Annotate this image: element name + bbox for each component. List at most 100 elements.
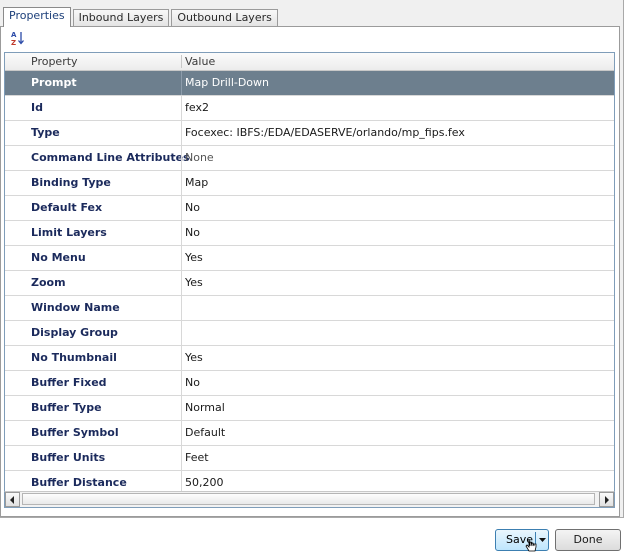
property-name: Buffer Units <box>31 451 106 464</box>
row-gutter <box>5 121 27 145</box>
table-row[interactable]: Prompt Map Drill-Down <box>5 71 614 96</box>
table-row[interactable]: Id fex2 <box>5 96 614 121</box>
row-gutter <box>5 371 27 395</box>
save-dropdown-arrow-icon[interactable] <box>536 530 549 550</box>
properties-panel: Properties Inbound Layers Outbound Layer… <box>0 0 624 518</box>
row-gutter <box>5 321 27 345</box>
row-gutter <box>5 346 27 370</box>
property-value[interactable]: No <box>185 371 200 395</box>
property-value[interactable]: No <box>185 221 200 245</box>
sort-az-icon[interactable]: A Z <box>10 30 26 47</box>
cell-divider <box>181 346 182 370</box>
row-gutter <box>5 171 27 195</box>
scrollbar-thumb[interactable] <box>22 493 595 505</box>
table-row[interactable]: Type Focexec: IBFS:/EDA/EDASERVE/orlando/… <box>5 121 614 146</box>
cell-divider <box>181 146 182 170</box>
row-gutter <box>5 446 27 470</box>
row-gutter <box>5 396 27 420</box>
table-row[interactable]: No Thumbnail Yes <box>5 346 614 371</box>
table-row[interactable]: Command Line Attributes None <box>5 146 614 171</box>
scroll-left-icon[interactable] <box>5 492 20 507</box>
column-header-property[interactable]: Property <box>31 53 78 70</box>
property-name: Type <box>31 126 60 139</box>
property-value[interactable]: Normal <box>185 396 225 420</box>
property-name: Buffer Type <box>31 401 102 414</box>
table-row[interactable]: Buffer Fixed No <box>5 371 614 396</box>
property-value[interactable]: No <box>185 196 200 220</box>
table-row[interactable]: Zoom Yes <box>5 271 614 296</box>
column-header-value[interactable]: Value <box>185 53 215 70</box>
column-divider[interactable] <box>181 55 182 68</box>
property-value[interactable]: Map Drill-Down <box>185 71 269 95</box>
property-grid: Property Value Prompt Map Drill-Down Id fex… <box>4 52 615 507</box>
svg-text:A: A <box>11 31 17 39</box>
scroll-right-icon[interactable] <box>599 492 614 507</box>
property-value[interactable]: Map <box>185 171 208 195</box>
row-gutter <box>5 196 27 220</box>
cell-divider <box>181 321 182 345</box>
row-gutter <box>5 296 27 320</box>
save-button-label: Save <box>506 533 534 546</box>
table-row[interactable]: Buffer Type Normal <box>5 396 614 421</box>
cell-divider <box>181 446 182 470</box>
property-name: Id <box>31 101 43 114</box>
property-value[interactable]: fex2 <box>185 96 209 120</box>
grid-header: Property Value <box>5 53 614 71</box>
tab-outbound-layers[interactable]: Outbound Layers <box>171 9 278 26</box>
property-value[interactable]: Yes <box>185 271 203 295</box>
table-row[interactable]: Limit Layers No <box>5 221 614 246</box>
property-name: Limit Layers <box>31 226 107 239</box>
property-value[interactable]: Feet <box>185 446 209 470</box>
table-row[interactable]: No Menu Yes <box>5 246 614 271</box>
property-name: No Thumbnail <box>31 351 117 364</box>
row-gutter <box>5 421 27 445</box>
row-gutter <box>5 96 27 120</box>
save-button[interactable]: Save <box>495 529 549 551</box>
cell-divider <box>181 396 182 420</box>
property-value[interactable]: Focexec: IBFS:/EDA/EDASERVE/orlando/mp_f… <box>185 121 465 145</box>
property-name: Default Fex <box>31 201 103 214</box>
row-gutter <box>5 221 27 245</box>
cell-divider <box>181 246 182 270</box>
row-gutter <box>5 71 27 95</box>
table-row[interactable]: Buffer Symbol Default <box>5 421 614 446</box>
cell-divider <box>181 96 182 120</box>
cell-divider <box>181 196 182 220</box>
cell-divider <box>181 121 182 145</box>
grid-rows: Prompt Map Drill-Down Id fex2 Type Focexec: I… <box>5 71 614 499</box>
property-value[interactable]: Yes <box>185 246 203 270</box>
tab-content: A Z Property Value Prompt Map Drill-Down I… <box>0 26 620 517</box>
property-name: Binding Type <box>31 176 111 189</box>
property-value[interactable]: None <box>185 146 214 170</box>
table-row[interactable]: Binding Type Map <box>5 171 614 196</box>
cell-divider <box>181 421 182 445</box>
cell-divider <box>181 171 182 195</box>
row-gutter <box>5 146 27 170</box>
property-value[interactable]: Yes <box>185 346 203 370</box>
property-name: No Menu <box>31 251 86 264</box>
property-name: Prompt <box>31 76 77 89</box>
tab-properties[interactable]: Properties <box>3 7 71 27</box>
table-row[interactable]: Window Name <box>5 296 614 321</box>
property-name: Buffer Fixed <box>31 376 107 389</box>
svg-text:Z: Z <box>11 39 16 46</box>
table-row[interactable]: Display Group <box>5 321 614 346</box>
property-name: Window Name <box>31 301 120 314</box>
cell-divider <box>181 371 182 395</box>
tab-inbound-layers[interactable]: Inbound Layers <box>72 9 170 26</box>
cell-divider <box>181 296 182 320</box>
table-row[interactable]: Buffer Units Feet <box>5 446 614 471</box>
cell-divider <box>181 71 182 95</box>
property-name: Buffer Symbol <box>31 426 119 439</box>
row-gutter <box>5 246 27 270</box>
cell-divider <box>181 271 182 295</box>
property-value[interactable]: Default <box>185 421 225 445</box>
property-name: Display Group <box>31 326 118 339</box>
tab-strip: Properties Inbound Layers Outbound Layer… <box>3 7 280 27</box>
row-gutter <box>5 271 27 295</box>
done-button[interactable]: Done <box>555 529 621 551</box>
table-row[interactable]: Default Fex No <box>5 196 614 221</box>
cell-divider <box>181 221 182 245</box>
property-name: Command Line Attributes <box>31 151 190 164</box>
horizontal-scrollbar[interactable] <box>4 491 615 508</box>
